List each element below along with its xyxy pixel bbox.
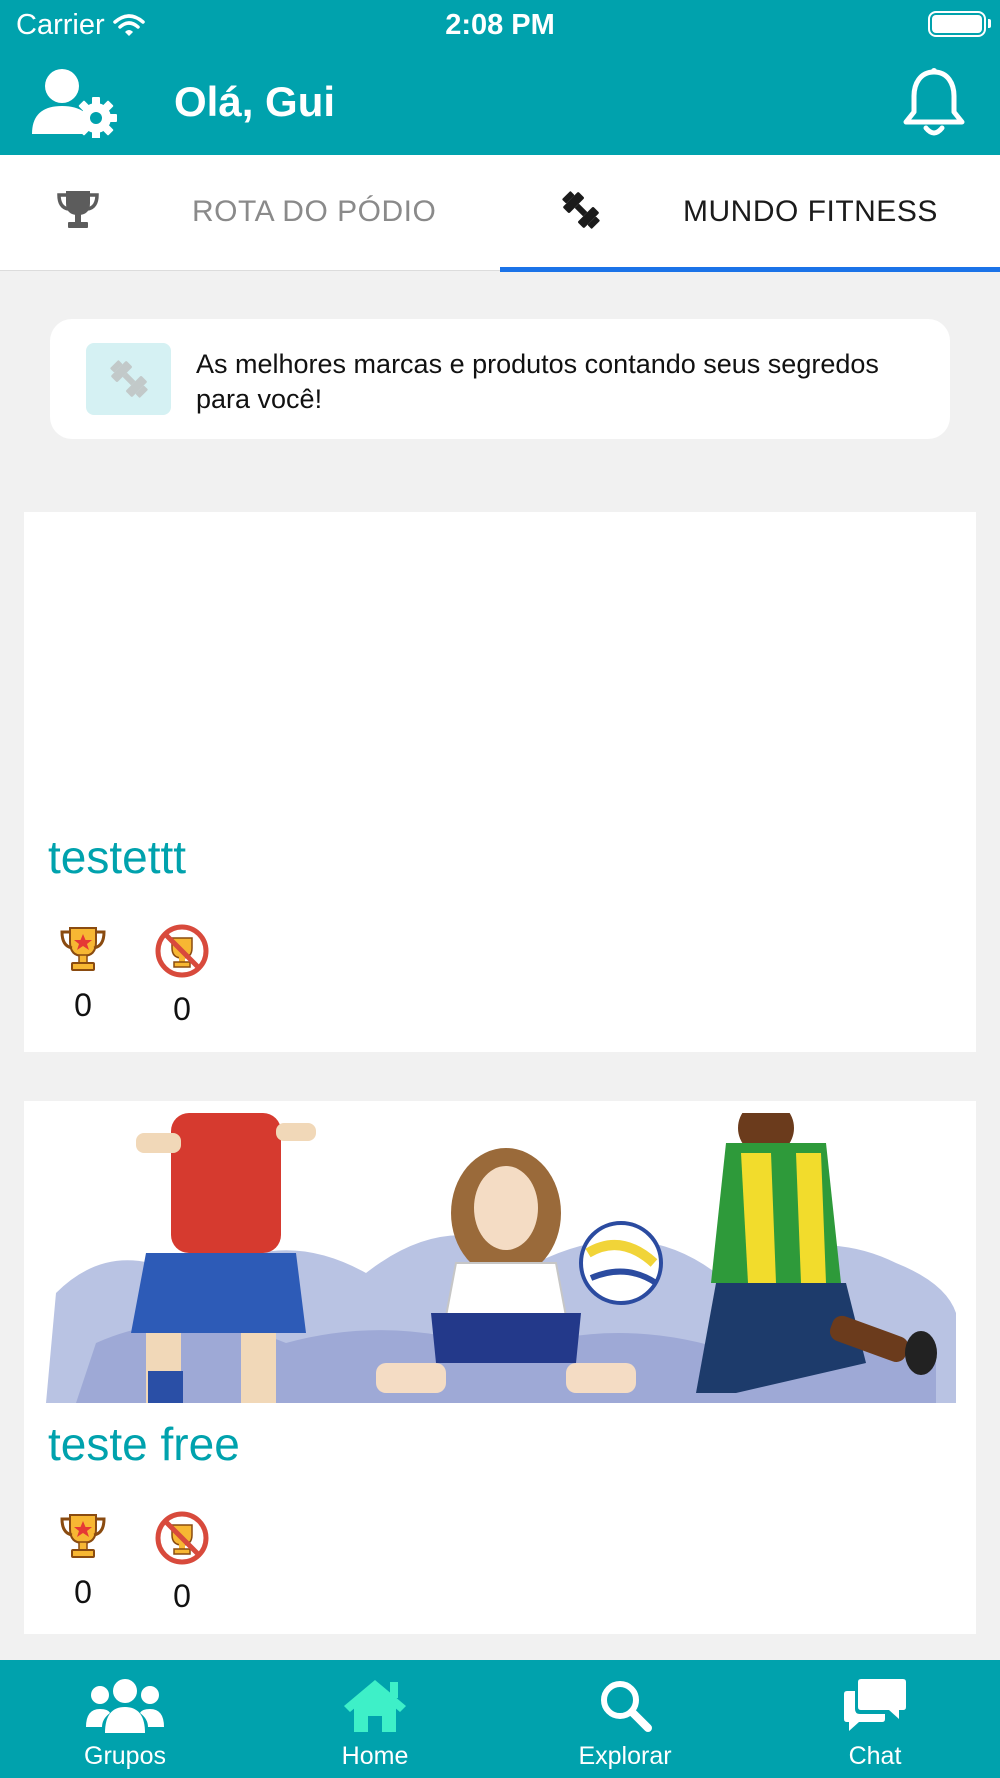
info-badge (86, 343, 171, 415)
trophy-icon (57, 191, 99, 228)
user-settings-button[interactable] (32, 66, 124, 139)
info-banner-text: As melhores marcas e produtos contando s… (196, 349, 879, 414)
no-trophy-icon (155, 924, 209, 978)
tab-rota-do-podio[interactable]: ROTA DO PÓDIO (0, 155, 500, 271)
wins-count: 0 (74, 1574, 92, 1610)
nav-chat[interactable]: Chat (750, 1660, 1000, 1778)
top-tab-bar: ROTA DO PÓDIO MUNDO FITNESS (0, 155, 1000, 272)
nav-explorar[interactable]: Explorar (500, 1660, 750, 1778)
search-icon (601, 1681, 652, 1732)
group-title: teste free (48, 1418, 240, 1470)
greeting-title: Olá, Gui (174, 78, 336, 125)
group-card[interactable]: testettt 0 0 (24, 512, 976, 1052)
group-title: testettt (48, 831, 187, 883)
bell-icon (903, 68, 965, 136)
home-icon (344, 1680, 406, 1732)
trophy-star-icon (60, 927, 106, 971)
wins-stat: 0 (48, 1511, 118, 1611)
dumbbell-icon (109, 360, 148, 398)
trophy-star-icon (60, 1514, 106, 1558)
bottom-navigation: Grupos Home Explorar Chat (0, 1660, 1000, 1778)
status-bar: Carrier 2:08 PM (0, 0, 1000, 50)
group-card[interactable]: teste free 0 0 (24, 1101, 976, 1634)
nav-label: Grupos (84, 1742, 166, 1770)
dumbbell-icon (562, 191, 600, 229)
losses-count: 0 (173, 991, 191, 1027)
nav-grupos[interactable]: Grupos (0, 1660, 250, 1778)
app-header: Olá, Gui (0, 50, 1000, 155)
tab-label: MUNDO FITNESS (683, 195, 938, 228)
wins-stat: 0 (48, 924, 118, 1024)
nav-label: Explorar (578, 1742, 672, 1770)
volleyball-players-image (36, 1113, 964, 1403)
nav-home[interactable]: Home (250, 1660, 500, 1778)
nav-label: Home (341, 1742, 409, 1770)
nav-label: Chat (848, 1742, 902, 1770)
tab-mundo-fitness[interactable]: MUNDO FITNESS (500, 155, 1000, 272)
wins-count: 0 (74, 987, 92, 1023)
info-banner: As melhores marcas e produtos contando s… (50, 319, 950, 439)
notifications-button[interactable] (902, 66, 966, 138)
battery-icon (928, 11, 991, 37)
losses-stat: 0 (147, 924, 217, 1028)
tab-selected-indicator (500, 267, 1000, 272)
user-gear-icon (32, 69, 117, 139)
losses-count: 0 (173, 1578, 191, 1614)
no-trophy-icon (155, 1511, 209, 1565)
losses-stat: 0 (147, 1511, 217, 1615)
clock: 2:08 PM (445, 9, 555, 41)
users-icon (86, 1679, 164, 1733)
tab-label: ROTA DO PÓDIO (192, 195, 437, 228)
chat-icon (844, 1679, 906, 1731)
